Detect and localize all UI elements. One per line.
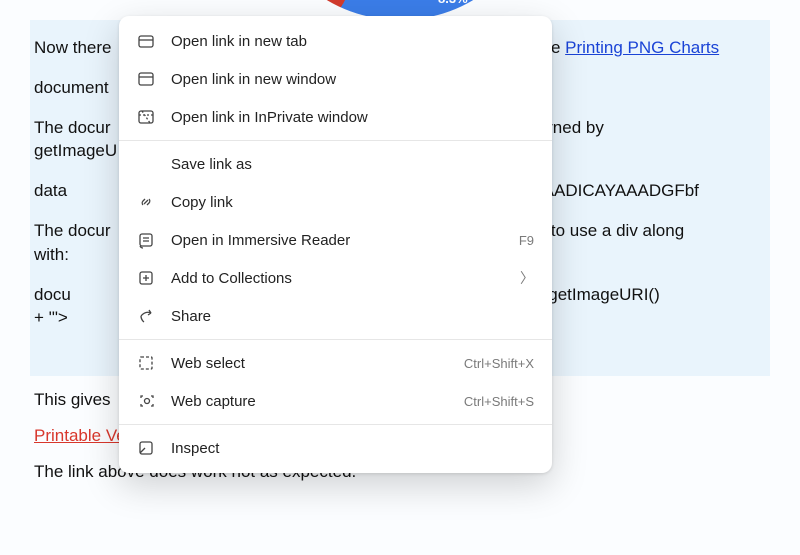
context-menu-item-open-priv[interactable]: Open link in InPrivate window <box>119 98 552 136</box>
tab-icon <box>135 30 157 52</box>
context-menu-label: Open link in InPrivate window <box>171 109 534 126</box>
context-menu-label: Save link as <box>171 156 534 173</box>
reader-icon <box>135 229 157 251</box>
collections-icon <box>135 267 157 289</box>
text-fragment: The docur <box>34 221 111 240</box>
context-menu-label: Open link in new tab <box>171 33 534 50</box>
context-menu-item-inspect[interactable]: Inspect <box>119 429 552 467</box>
text-fragment: document <box>34 78 109 97</box>
context-menu-shortcut: Ctrl+Shift+X <box>464 356 534 371</box>
context-menu-item-copy[interactable]: Copy link <box>119 183 552 221</box>
text-fragment: getImageU <box>34 141 117 160</box>
context-menu-shortcut: F9 <box>519 233 534 248</box>
select-icon <box>135 352 157 374</box>
inspect-icon <box>135 437 157 459</box>
context-menu-item-web-capture[interactable]: Web captureCtrl+Shift+S <box>119 382 552 420</box>
context-menu-item-open-tab[interactable]: Open link in new tab <box>119 22 552 60</box>
window-icon <box>135 68 157 90</box>
context-menu-label: Inspect <box>171 440 534 457</box>
context-menu-separator <box>119 339 552 340</box>
text-fragment: The docur <box>34 118 111 137</box>
share-icon <box>135 305 157 327</box>
link-printing-png[interactable]: Printing PNG Charts <box>565 38 719 57</box>
context-menu-shortcut: Ctrl+Shift+S <box>464 394 534 409</box>
chevron-right-icon: 〉 <box>520 268 534 288</box>
text-fragment: This gives <box>34 390 111 409</box>
context-menu-item-share[interactable]: Share <box>119 297 552 335</box>
context-menu-label: Share <box>171 308 534 325</box>
context-menu-label: Web select <box>171 355 464 372</box>
context-menu-label: Open link in new window <box>171 71 534 88</box>
context-menu-item-open-win[interactable]: Open link in new window <box>119 60 552 98</box>
text-fragment: Now there <box>34 38 111 57</box>
code-fragment: docu <box>34 285 71 304</box>
context-menu: Open link in new tab Open link in new win… <box>119 16 552 473</box>
context-menu-label: Open in Immersive Reader <box>171 232 519 249</box>
context-menu-label: Web capture <box>171 393 464 410</box>
context-menu-separator <box>119 424 552 425</box>
pie-slice-label-1: 8.3% <box>388 0 422 5</box>
context-menu-label: Add to Collections <box>171 270 520 287</box>
link-icon <box>135 191 157 213</box>
text-fragment: e <box>551 38 565 57</box>
pie-slice-label-2: 8.3% <box>438 0 468 8</box>
context-menu-item-reader[interactable]: Open in Immersive ReaderF9 <box>119 221 552 259</box>
code-fragment: + '"> <box>34 308 68 327</box>
capture-icon <box>135 390 157 412</box>
context-menu-item-web-select[interactable]: Web selectCtrl+Shift+X <box>119 344 552 382</box>
code-fragment: data <box>34 181 67 200</box>
blank-icon <box>135 153 157 175</box>
context-menu-label: Copy link <box>171 194 534 211</box>
context-menu-separator <box>119 140 552 141</box>
text-fragment: with: <box>34 245 69 264</box>
inprivate-icon <box>135 106 157 128</box>
context-menu-item-collections[interactable]: Add to Collections〉 <box>119 259 552 297</box>
context-menu-item-save-as[interactable]: Save link as <box>119 145 552 183</box>
